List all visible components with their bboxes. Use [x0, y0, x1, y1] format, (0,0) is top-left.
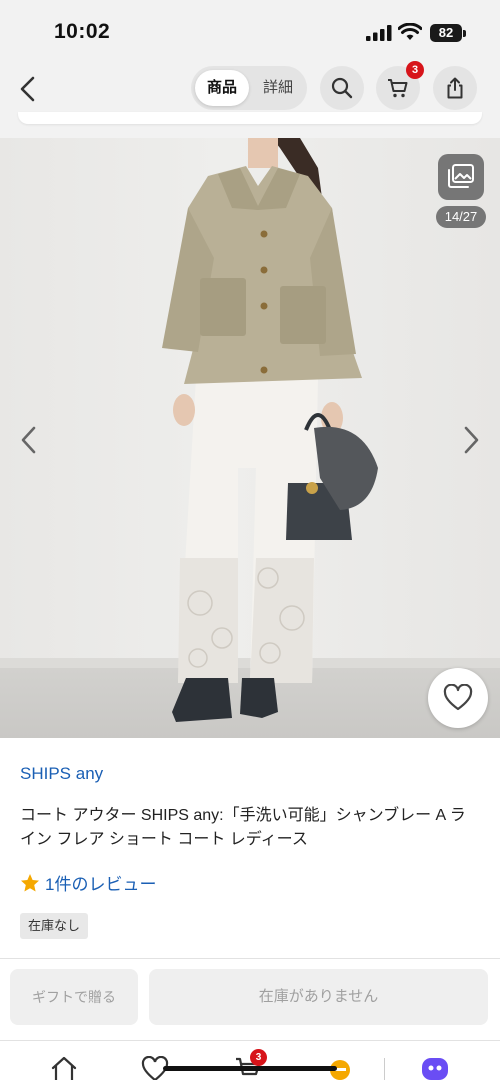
stock-status-badge: 在庫なし — [20, 913, 89, 939]
signal-icon — [366, 25, 392, 41]
wifi-icon — [398, 23, 422, 40]
battery-icon: 82 — [430, 24, 462, 42]
chevron-right-icon — [464, 426, 479, 454]
tab-assistant[interactable] — [420, 1056, 450, 1085]
model-illustration — [162, 138, 378, 722]
home-icon — [51, 1056, 77, 1082]
heart-icon — [443, 684, 473, 711]
tab-cart-badge: 3 — [250, 1049, 267, 1066]
favorite-button[interactable] — [428, 668, 488, 728]
tab-details[interactable]: 詳細 — [252, 70, 304, 106]
gift-button[interactable]: ギフトで贈る — [10, 969, 138, 1025]
collapsed-panel-edge — [18, 112, 482, 124]
tab-separator — [384, 1058, 385, 1080]
section-divider — [0, 958, 500, 959]
chevron-left-icon — [21, 426, 36, 454]
image-counter: 14/27 — [436, 206, 486, 228]
tab-product[interactable]: 商品 — [195, 70, 249, 106]
cart-icon — [388, 79, 408, 98]
share-button[interactable] — [433, 66, 477, 110]
brand-link[interactable]: SHIPS any — [20, 764, 103, 784]
review-count-text: 1件のレビュー — [45, 875, 157, 894]
product-image[interactable] — [0, 138, 500, 738]
out-of-stock-button[interactable]: 在庫がありません — [149, 969, 488, 1025]
search-button[interactable] — [320, 66, 364, 110]
review-link[interactable]: 1件のレビュー — [20, 870, 156, 895]
chevron-left-icon — [20, 76, 35, 102]
search-icon — [331, 77, 353, 99]
gallery-view-button[interactable] — [438, 154, 484, 200]
share-icon — [447, 77, 463, 99]
images-icon — [448, 164, 474, 188]
previous-image-button[interactable] — [16, 424, 42, 461]
back-button[interactable] — [14, 72, 44, 106]
home-indicator — [163, 1066, 337, 1071]
battery-cap — [463, 30, 466, 37]
tab-home[interactable] — [50, 1056, 78, 1085]
status-time: 10:02 — [54, 20, 111, 43]
cart-count-badge: 3 — [406, 61, 424, 79]
assistant-icon — [422, 1058, 448, 1080]
product-title: コート アウター SHIPS any:「手洗い可能」シャンブレー A ライン フ… — [20, 807, 466, 848]
next-image-button[interactable] — [458, 424, 484, 461]
star-icon — [21, 873, 39, 891]
